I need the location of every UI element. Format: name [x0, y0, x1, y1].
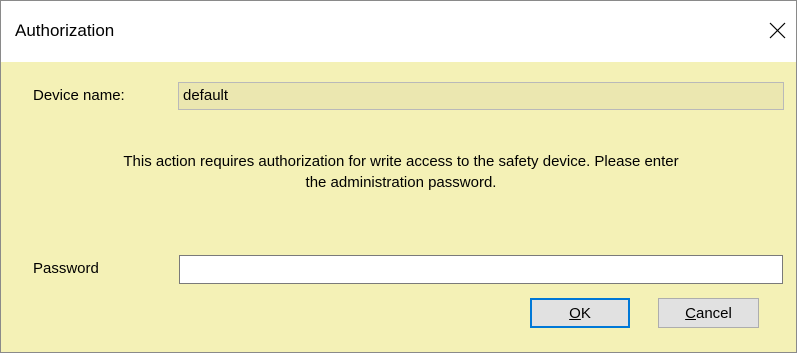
message-line-1: This action requires authorization for w… — [123, 153, 679, 170]
password-label: Password — [33, 260, 99, 277]
authorization-message: This action requires authorization for w… — [31, 151, 771, 193]
ok-button[interactable]: OK — [530, 298, 630, 328]
cancel-label-rest: ancel — [695, 304, 732, 322]
dialog-title: Authorization — [15, 21, 115, 40]
ok-label-rest: K — [580, 304, 591, 322]
cancel-button[interactable]: Cancel — [658, 298, 759, 328]
message-line-2: the administration password. — [305, 174, 497, 191]
authorization-dialog: Authorization Device name: default This … — [0, 0, 797, 353]
close-button[interactable] — [762, 15, 792, 45]
dialog-content: Device name: default This action require… — [1, 62, 796, 352]
close-icon — [769, 22, 785, 38]
ok-mnemonic: O — [569, 304, 581, 322]
title-bar: Authorization — [1, 1, 796, 62]
device-name-field: default — [178, 82, 784, 110]
password-input[interactable] — [179, 255, 783, 284]
device-name-label: Device name: — [33, 87, 125, 104]
cancel-mnemonic: C — [685, 304, 696, 322]
